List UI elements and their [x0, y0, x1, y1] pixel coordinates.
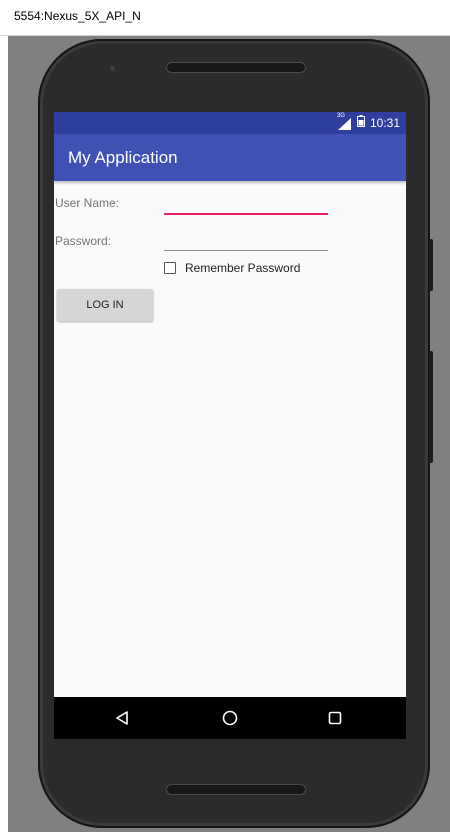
power-button[interactable] [429, 239, 433, 291]
username-input[interactable] [164, 193, 328, 215]
emulator-area: 3G 10:31 My Application User Name: Passw… [8, 36, 450, 832]
device-screen: 3G 10:31 My Application User Name: Passw… [54, 112, 406, 739]
password-label: Password: [55, 234, 112, 248]
remember-password-checkbox[interactable] [164, 262, 176, 274]
back-icon[interactable] [112, 708, 132, 728]
top-speaker [166, 62, 306, 73]
app-bar: My Application [54, 134, 406, 181]
remember-password-row[interactable]: Remember Password [164, 261, 300, 275]
battery-icon [356, 114, 365, 132]
login-button[interactable]: LOG IN [57, 289, 153, 321]
app-title: My Application [68, 148, 178, 167]
status-bar: 3G 10:31 [54, 112, 406, 134]
remember-password-label[interactable]: Remember Password [185, 261, 300, 275]
password-input[interactable] [164, 230, 328, 251]
status-time: 10:31 [369, 116, 400, 130]
camera-icon [110, 66, 115, 71]
home-icon[interactable] [220, 708, 240, 728]
bottom-speaker [166, 784, 306, 795]
window-title: 5554:Nexus_5X_API_N [14, 9, 141, 23]
device-frame: 3G 10:31 My Application User Name: Passw… [38, 39, 433, 828]
volume-button[interactable] [429, 351, 433, 463]
network-3g-icon: 3G [337, 113, 352, 130]
username-label: User Name: [55, 196, 120, 210]
window-title-bar: 5554:Nexus_5X_API_N [0, 0, 450, 36]
navigation-bar [54, 697, 406, 739]
recents-icon[interactable] [325, 708, 345, 728]
